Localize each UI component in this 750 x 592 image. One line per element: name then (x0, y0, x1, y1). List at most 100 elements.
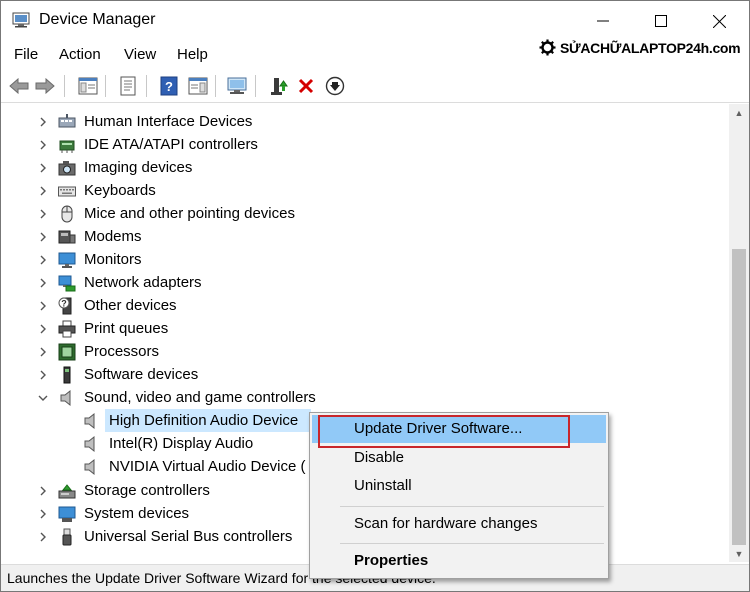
update-driver-icon (271, 78, 288, 95)
maximize-icon (655, 15, 667, 27)
chevron-right-icon[interactable] (37, 346, 49, 358)
tree-item-network-adapters[interactable]: Network adapters (1, 271, 721, 294)
monitor-icon (58, 252, 76, 268)
tree-item-monitors[interactable]: Monitors (1, 248, 721, 271)
back-icon (9, 78, 29, 94)
tree-item-software-devices[interactable]: Software devices (1, 363, 721, 386)
chevron-right-icon[interactable] (37, 116, 49, 128)
usb-icon (62, 528, 72, 545)
tree-item-label: High Definition Audio Device (109, 412, 299, 429)
show-hide-console-tree-button[interactable] (77, 75, 99, 97)
tree-item-label: Storage controllers (84, 482, 210, 499)
chevron-down-icon[interactable] (37, 392, 49, 404)
keyboard-icon (58, 186, 76, 196)
processor-icon (58, 343, 76, 360)
properties-icon (120, 76, 136, 96)
scrollbar-thumb[interactable] (732, 249, 746, 545)
chevron-right-icon[interactable] (37, 139, 49, 151)
help-icon: ? (160, 76, 178, 96)
forward-icon (35, 78, 55, 94)
modem-icon (58, 230, 76, 243)
chevron-right-icon[interactable] (37, 323, 49, 335)
device-manager-app-icon (12, 12, 30, 28)
speaker-icon (84, 435, 95, 452)
tree-item-mice-and-other-pointing-devices[interactable]: Mice and other pointing devices (1, 202, 721, 225)
system-device-icon (58, 506, 76, 522)
update-driver-button[interactable] (267, 75, 289, 97)
tree-item-label: Print queues (84, 320, 169, 337)
network-icon (58, 275, 76, 291)
window-title: Device Manager (39, 11, 156, 28)
tree-item-label: Software devices (84, 366, 199, 383)
properties-button[interactable] (117, 75, 139, 97)
disable-device-icon (325, 76, 345, 96)
chevron-right-icon[interactable] (37, 508, 49, 520)
brand-watermark: SỬACHỮALAPTOP24h.com (539, 39, 741, 56)
uninstall-device-button[interactable] (295, 75, 317, 97)
tree-item-sound-video-and-game-controllers[interactable]: Sound, video and game controllers (1, 386, 721, 409)
action-pane-button[interactable] (187, 75, 209, 97)
scroll-up-arrow-icon[interactable]: ▲ (729, 104, 749, 121)
speaker-icon (84, 458, 95, 475)
minimize-button[interactable] (573, 1, 633, 41)
chevron-right-icon[interactable] (37, 369, 49, 381)
menu-item-scan-for-hardware-changes[interactable]: Scan for hardware changes (312, 510, 606, 538)
chevron-right-icon[interactable] (37, 254, 49, 266)
mouse-icon (61, 205, 73, 222)
title-bar[interactable]: Device Manager (1, 1, 749, 41)
chevron-right-icon[interactable] (37, 277, 49, 289)
back-button[interactable] (8, 75, 30, 97)
chevron-right-icon[interactable] (37, 231, 49, 243)
tree-item-label: Universal Serial Bus controllers (84, 528, 293, 545)
menu-item-disable[interactable]: Disable (312, 444, 606, 472)
svg-text:?: ? (61, 298, 67, 308)
tree-item-modems[interactable]: Modems (1, 225, 721, 248)
tree-item-label: Monitors (84, 251, 142, 268)
menu-action[interactable]: Action (59, 46, 101, 63)
tree-item-label: Other devices (84, 297, 177, 314)
menu-view[interactable]: View (124, 46, 156, 63)
printer-icon (58, 320, 76, 337)
brand-text: SỬACHỮALAPTOP24h.com (560, 39, 741, 56)
tree-item-keyboards[interactable]: Keyboards (1, 179, 721, 202)
chevron-right-icon[interactable] (37, 162, 49, 174)
maximize-button[interactable] (631, 1, 691, 41)
tree-item-processors[interactable]: Processors (1, 340, 721, 363)
tree-item-ide-ata-atapi-controllers[interactable]: IDE ATA/ATAPI controllers (1, 133, 721, 156)
chevron-right-icon[interactable] (37, 531, 49, 543)
close-icon (712, 14, 726, 28)
tree-item-label: System devices (84, 505, 190, 522)
tree-item-label: Sound, video and game controllers (84, 389, 316, 406)
menu-file[interactable]: File (14, 46, 38, 63)
action-pane-icon (188, 77, 208, 95)
menu-item-update-driver-software[interactable]: Update Driver Software... (312, 415, 606, 448)
disable-device-button[interactable] (324, 75, 346, 97)
menu-item-properties[interactable]: Properties (312, 547, 606, 575)
chevron-right-icon[interactable] (37, 300, 49, 312)
close-button[interactable] (689, 1, 749, 41)
tree-item-print-queues[interactable]: Print queues (1, 317, 721, 340)
chevron-right-icon[interactable] (37, 185, 49, 197)
help-button[interactable]: ? (158, 75, 180, 97)
menu-item-uninstall[interactable]: Uninstall (312, 472, 606, 500)
tree-item-label: Intel(R) Display Audio (109, 435, 254, 452)
scan-hardware-icon (227, 77, 247, 94)
chevron-right-icon[interactable] (37, 485, 49, 497)
scan-hardware-button[interactable] (226, 75, 248, 97)
scroll-down-arrow-icon[interactable]: ▼ (729, 545, 749, 562)
chevron-right-icon[interactable] (37, 208, 49, 220)
tree-item-label: Network adapters (84, 274, 202, 291)
tree-item-imaging-devices[interactable]: Imaging devices (1, 156, 721, 179)
menu-help[interactable]: Help (177, 46, 208, 63)
camera-icon (58, 160, 76, 175)
menu-separator (340, 506, 604, 507)
context-menu: Update Driver Software... Disable Uninst… (309, 412, 609, 579)
forward-button[interactable] (34, 75, 56, 97)
tree-item-human-interface-devices[interactable]: Human Interface Devices (1, 110, 721, 133)
toolbar: ? (1, 69, 749, 103)
tree-item-other-devices[interactable]: ? Other devices (1, 294, 721, 317)
vertical-scrollbar[interactable]: ▲ ▼ (729, 104, 749, 562)
menu-item-label: Disable (354, 449, 405, 466)
uninstall-device-icon (298, 78, 314, 94)
menu-separator (340, 543, 604, 544)
